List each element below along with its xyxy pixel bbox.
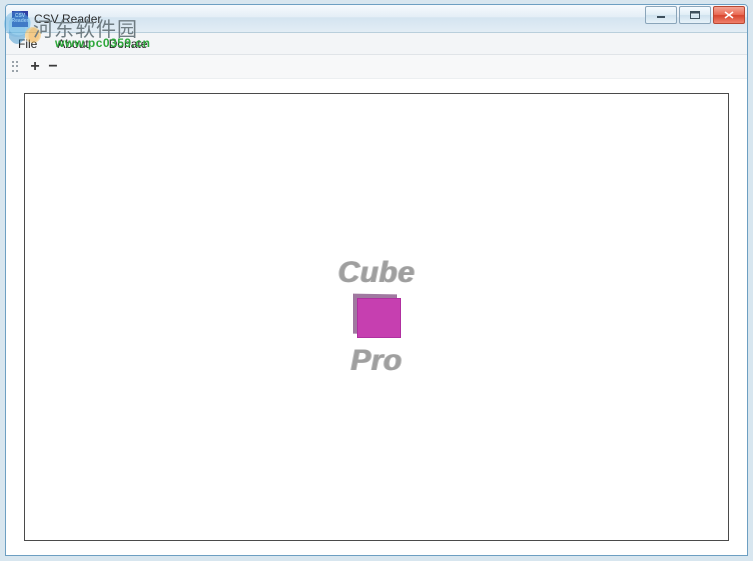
zoom-out-button[interactable]: −: [44, 58, 62, 76]
content-viewport: Cube Pro: [24, 93, 729, 541]
window-title: CSV Reader: [34, 12, 101, 26]
maximize-button[interactable]: [679, 6, 711, 24]
minimize-icon: [656, 11, 666, 19]
close-icon: [724, 11, 734, 19]
toolbar: + −: [6, 55, 747, 79]
viewport-container: Cube Pro: [6, 79, 747, 555]
title-bar: CSV Reader CSV Reader: [6, 5, 747, 33]
app-window: CSV Reader CSV Reader: [5, 4, 748, 556]
menu-donate[interactable]: Donate: [99, 33, 158, 54]
minimize-button[interactable]: [645, 6, 677, 24]
app-logo: Cube Pro: [338, 256, 415, 378]
close-button[interactable]: [713, 6, 745, 24]
menu-file[interactable]: File: [8, 33, 47, 54]
menu-bar: File About Donate: [6, 33, 747, 55]
window-controls: [645, 6, 745, 24]
toolbar-grip: [12, 60, 20, 74]
cube-icon: [349, 294, 405, 342]
app-icon: CSV Reader: [12, 11, 28, 27]
menu-about[interactable]: About: [47, 33, 98, 54]
logo-text-top: Cube: [338, 256, 415, 290]
zoom-in-button[interactable]: +: [26, 58, 44, 76]
logo-text-bottom: Pro: [338, 344, 415, 378]
maximize-icon: [690, 11, 700, 19]
